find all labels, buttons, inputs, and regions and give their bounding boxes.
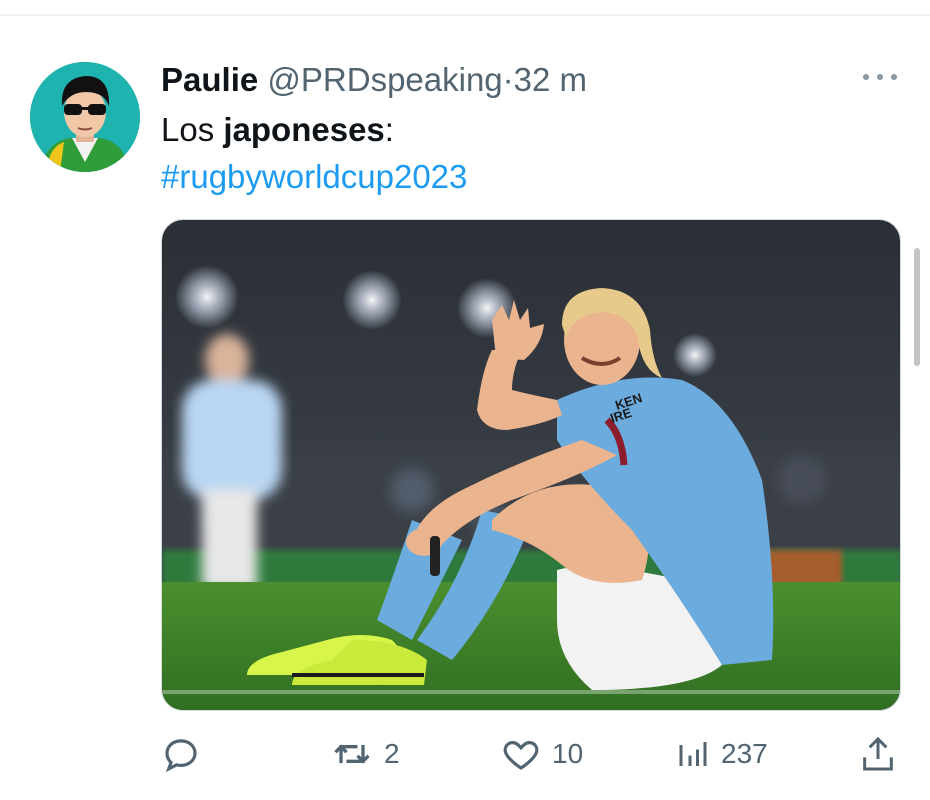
share-button[interactable]	[858, 732, 898, 776]
timestamp[interactable]: 32 m	[514, 61, 587, 98]
share-icon	[863, 736, 893, 771]
views-count: 237	[721, 738, 768, 769]
tweet-header: Paulie @PRDspeaking·32 m	[161, 58, 587, 102]
more-icon	[863, 74, 897, 80]
tweet-media[interactable]: KEN IRE	[161, 219, 901, 711]
tweet-actions: 2 10 237	[0, 720, 930, 790]
hashtag-link[interactable]: #rugbyworldcup2023	[161, 155, 467, 199]
avatar[interactable]	[30, 62, 140, 172]
tweet-text-suffix: :	[384, 111, 394, 148]
user-handle[interactable]: @PRDspeaking	[267, 61, 502, 98]
retweet-button[interactable]: 2	[330, 732, 400, 776]
separator-dot: ·	[502, 61, 514, 98]
reply-icon	[165, 739, 197, 773]
tweet-text-bold: japoneses	[223, 111, 385, 148]
retweet-icon	[334, 744, 370, 764]
tweet-photo: KEN IRE	[162, 220, 900, 710]
like-button[interactable]: 10	[500, 732, 583, 776]
views-button[interactable]: 237	[675, 732, 768, 776]
like-count: 10	[552, 738, 584, 769]
tweet-text-prefix: Los	[161, 111, 224, 148]
display-name[interactable]: Paulie	[161, 61, 258, 98]
reply-button[interactable]	[160, 732, 202, 776]
heart-icon	[503, 741, 539, 770]
scrollbar[interactable]	[914, 248, 920, 366]
retweet-count: 2	[384, 738, 400, 769]
avatar-image	[30, 62, 140, 172]
top-divider	[0, 14, 930, 16]
more-options-button[interactable]	[858, 64, 902, 90]
tweet-text: Los japoneses:	[161, 108, 394, 152]
views-icon	[679, 742, 707, 766]
